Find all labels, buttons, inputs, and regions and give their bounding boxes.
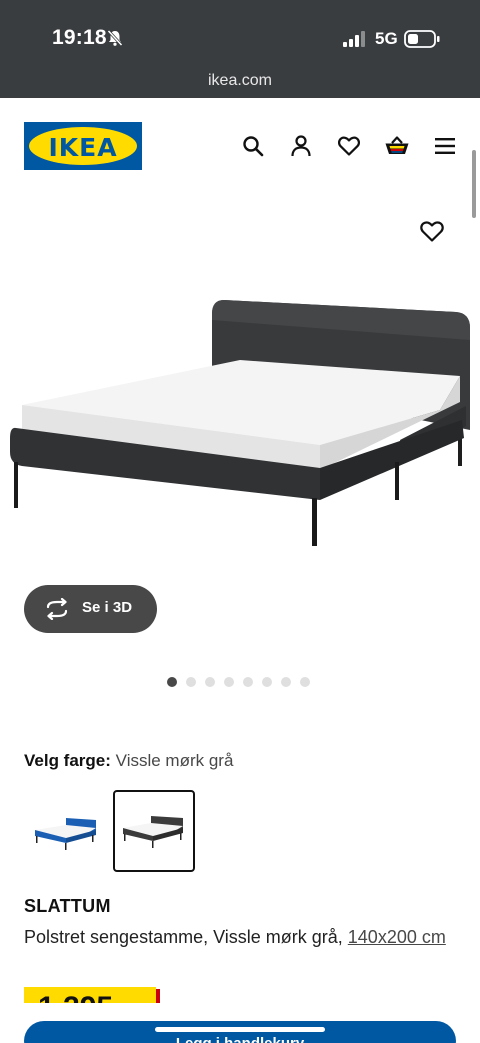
carousel-dot[interactable] [167,677,177,687]
rotate-3d-icon [46,598,68,620]
add-to-cart-button[interactable]: Legg i handlekurv [24,1021,456,1043]
favourites-icon[interactable] [337,134,361,158]
view-in-3d-label: Se i 3D [82,599,133,616]
network-type: 5G [375,29,398,48]
status-bar: 19:18 5G [0,0,480,66]
logo-oval: IKEA [29,127,137,165]
carousel-dot[interactable] [262,677,272,687]
carousel-dot[interactable] [224,677,234,687]
product-description-text: Polstret sengestamme, Vissle mørk grå, [24,927,348,947]
carousel-dot[interactable] [205,677,215,687]
carousel-dot[interactable] [281,677,291,687]
bed-thumbnail-blue [35,818,96,850]
price-tag: 1 295 [24,987,156,1003]
carousel-dot[interactable] [186,677,196,687]
colour-label: Velg farge: [24,751,111,770]
profile-icon[interactable] [289,134,313,158]
product-size-link[interactable]: 140x200 cm [348,927,446,947]
add-to-cart-label: Legg i handlekurv [24,1035,456,1043]
colour-swatch-blue[interactable] [26,790,108,872]
view-in-3d-button[interactable]: Se i 3D [24,585,157,633]
product-image[interactable] [0,200,480,580]
logo-text: IKEA [48,133,118,162]
search-icon[interactable] [241,134,265,158]
battery-icon [404,30,440,48]
silent-bell-icon [107,29,123,47]
carousel-dot[interactable] [243,677,253,687]
price-amount: 1 295 [38,991,113,1003]
product-name: SLATTUM [24,896,111,916]
site-header: IKEA [0,98,480,193]
browser-url-bar[interactable]: ikea.com [0,66,480,98]
bed-thumbnail-dark-grey [123,816,183,848]
home-indicator[interactable] [155,1027,325,1032]
carousel-dot[interactable] [300,677,310,687]
ikea-logo[interactable]: IKEA [24,122,142,170]
add-to-favourites-icon[interactable] [419,219,445,243]
price-accent-bar [156,989,160,1003]
status-time: 19:18 [52,26,107,49]
colour-value: Vissle mørk grå [115,751,234,770]
product-description: Polstret sengestamme, Vissle mørk grå, 1… [24,923,464,952]
menu-icon[interactable] [433,134,457,158]
colour-swatch-dark-grey[interactable] [113,790,195,872]
signal-icon [343,31,365,47]
colour-selector-label: Velg farge: Vissle mørk grå [24,751,233,771]
cart-icon[interactable] [384,134,410,158]
url-text[interactable]: ikea.com [0,72,480,90]
